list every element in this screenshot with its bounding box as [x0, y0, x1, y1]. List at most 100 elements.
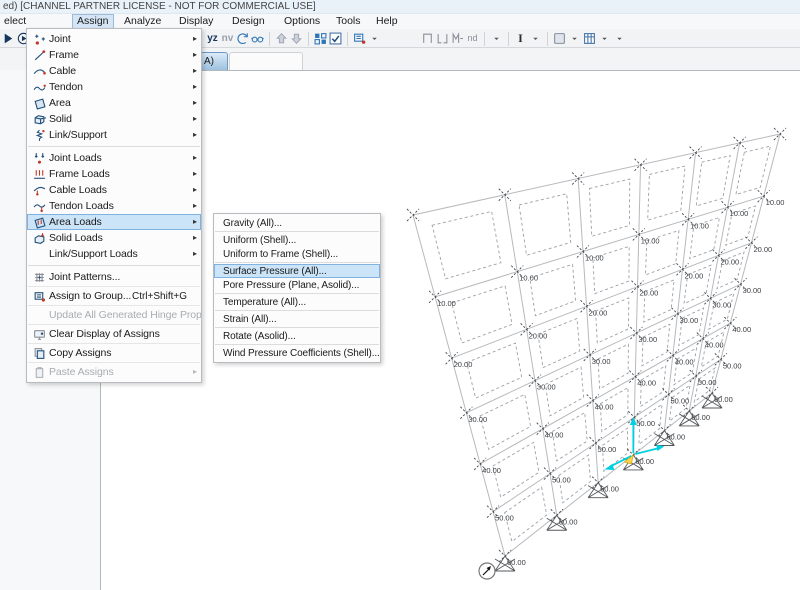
menu-item-label: Cable — [49, 65, 201, 77]
submenu-arrow-icon: ▸ — [193, 98, 197, 107]
uniform-shell-menu-item[interactable]: Uniform (Shell)... — [214, 233, 380, 247]
grid-table-icon[interactable] — [583, 31, 596, 46]
area-loads-submenu: Gravity (All)... Uniform (Shell)...Unifor… — [213, 213, 381, 363]
dropdown-arrow-icon[interactable] — [613, 31, 626, 46]
menu-separator — [215, 293, 379, 294]
wind-pressure-coefficients-shell-menu-item[interactable]: Wind Pressure Coefficients (Shell)... — [214, 346, 380, 360]
frame-menu-item[interactable]: Frame▸ — [27, 47, 201, 63]
toolbar-separator — [484, 32, 485, 46]
area-menu-item[interactable]: Area▸ — [27, 95, 201, 111]
view-nv-button[interactable]: nv — [221, 31, 234, 46]
solid-loads-menu-item[interactable]: Solid Loads▸ — [27, 230, 201, 246]
submenu-arrow-icon: ▸ — [193, 249, 197, 258]
menu-separator — [28, 343, 200, 344]
model-viewport[interactable] — [100, 70, 800, 590]
joint-loads-menu-item[interactable]: Joint Loads▸ — [27, 150, 201, 166]
dropdown-arrow-icon[interactable] — [598, 31, 611, 46]
menubar-item-select[interactable]: elect — [0, 14, 30, 29]
menu-item-label: Tendon Loads — [49, 200, 201, 212]
view-yz-button[interactable]: yz — [206, 31, 219, 46]
menubar-item-analyze[interactable]: Analyze — [120, 14, 165, 29]
surface-pressure-all-menu-item[interactable]: Surface Pressure (All)... — [214, 264, 380, 278]
cable-icon — [30, 65, 49, 78]
cable-menu-item[interactable]: Cable▸ — [27, 63, 201, 79]
temperature-all-menu-item[interactable]: Temperature (All)... — [214, 295, 380, 309]
joint-patterns-menu-item[interactable]: Joint Patterns... — [27, 269, 201, 285]
run-analysis-icon[interactable] — [2, 31, 15, 46]
menubar-item-assign[interactable]: Assign — [72, 14, 114, 29]
uniform-to-frame-shell-menu-item[interactable]: Uniform to Frame (Shell)... — [214, 247, 380, 261]
view-tab-inactive[interactable] — [229, 52, 303, 70]
frame-loads-menu-item[interactable]: Frame Loads▸ — [27, 166, 201, 182]
joint-icon — [30, 33, 49, 46]
link-support-loads-menu-item[interactable]: Link/Support Loads▸ — [27, 246, 201, 262]
checkbox-checked-icon[interactable] — [329, 31, 342, 46]
copy-assigns-menu-item[interactable]: Copy Assigns — [27, 345, 201, 361]
strain-all-menu-item[interactable]: Strain (All)... — [214, 312, 380, 326]
perspective-glasses-icon[interactable] — [251, 31, 264, 46]
channel-section-icon[interactable] — [421, 31, 434, 46]
tendon-loads-menu-item[interactable]: Tendon Loads▸ — [27, 198, 201, 214]
move-down-icon[interactable] — [290, 31, 303, 46]
submenu-arrow-icon: ▸ — [193, 185, 197, 194]
joint-menu-item[interactable]: Joint▸ — [27, 31, 201, 47]
move-up-icon[interactable] — [275, 31, 288, 46]
toolbar-separator — [269, 32, 270, 46]
dropdown-arrow-icon[interactable] — [490, 31, 503, 46]
toolbar-separator — [308, 32, 309, 46]
menubar-item-tools[interactable]: Tools — [332, 14, 365, 29]
i-section-button[interactable]: I — [514, 31, 527, 46]
paste-assigns-menu-item[interactable]: Paste Assigns▸ — [27, 364, 201, 380]
paste-assigns-icon — [30, 366, 49, 379]
joint-patterns-icon — [30, 271, 49, 284]
tendon-icon — [30, 81, 49, 94]
solid-icon — [30, 113, 49, 126]
nd-section-button[interactable]: nd — [466, 31, 479, 46]
menu-item-label: Tendon — [49, 81, 201, 93]
area-display-icon[interactable] — [553, 31, 566, 46]
dropdown-arrow-icon[interactable] — [568, 31, 581, 46]
frame-loads-icon — [30, 168, 49, 181]
menu-item-label: Paste Assigns — [49, 366, 201, 378]
clear-display-of-assigns-menu-item[interactable]: Clear Display of Assigns — [27, 326, 201, 342]
menu-item-label: Pore Pressure (Plane, Asolid)... — [223, 280, 380, 291]
dropdown-arrow-icon[interactable] — [529, 31, 542, 46]
menubar-item-design[interactable]: Design — [228, 14, 269, 29]
link-support-menu-item[interactable]: Link/Support▸ — [27, 127, 201, 143]
tendon-loads-icon — [30, 200, 49, 213]
update-all-generated-hinge-properties-menu-item[interactable]: Update All Generated Hinge Properties — [27, 307, 201, 323]
rotate-asolid-menu-item[interactable]: Rotate (Asolid)... — [214, 329, 380, 343]
cable-loads-menu-item[interactable]: Cable Loads▸ — [27, 182, 201, 198]
menu-item-label: Update All Generated Hinge Properties — [49, 309, 201, 321]
menu-item-label: Uniform (Shell)... — [223, 235, 380, 246]
menu-item-label: Joint — [49, 33, 201, 45]
assign-to-group-menu-item[interactable]: Assign to Group...Ctrl+Shift+G — [27, 288, 201, 304]
copy-assigns-icon — [30, 347, 49, 360]
rotate-3d-icon[interactable] — [236, 31, 249, 46]
joint-loads-icon — [30, 152, 49, 165]
menu-item-label: Solid — [49, 113, 201, 125]
submenu-arrow-icon: ▸ — [193, 114, 197, 123]
menu-item-label: Cable Loads — [49, 184, 201, 196]
display-options-icon[interactable] — [314, 31, 327, 46]
area-icon — [30, 97, 49, 110]
area-loads-menu-item[interactable]: Area Loads▸ — [27, 214, 201, 230]
pore-pressure-plane-asolid-menu-item[interactable]: Pore Pressure (Plane, Asolid)... — [214, 278, 380, 292]
solid-menu-item[interactable]: Solid▸ — [27, 111, 201, 127]
submenu-arrow-icon: ▸ — [193, 233, 197, 242]
wide-flange-section-icon[interactable] — [451, 31, 464, 46]
menu-item-label: Joint Loads — [49, 152, 201, 164]
dropdown-arrow-icon[interactable] — [368, 31, 381, 46]
tendon-menu-item[interactable]: Tendon▸ — [27, 79, 201, 95]
frame-icon — [30, 49, 49, 62]
assign-to-group-toolbar-icon[interactable] — [353, 31, 366, 46]
gravity-all-menu-item[interactable]: Gravity (All)... — [214, 216, 380, 230]
menu-separator — [215, 344, 379, 345]
menu-separator — [28, 286, 200, 287]
double-angle-section-icon[interactable] — [436, 31, 449, 46]
menubar-item-options[interactable]: Options — [280, 14, 324, 29]
menu-item-label: Rotate (Asolid)... — [223, 331, 380, 342]
menubar-item-help[interactable]: Help — [372, 14, 402, 29]
menubar-item-display[interactable]: Display — [175, 14, 217, 29]
view-tab-label: A) — [204, 56, 214, 67]
